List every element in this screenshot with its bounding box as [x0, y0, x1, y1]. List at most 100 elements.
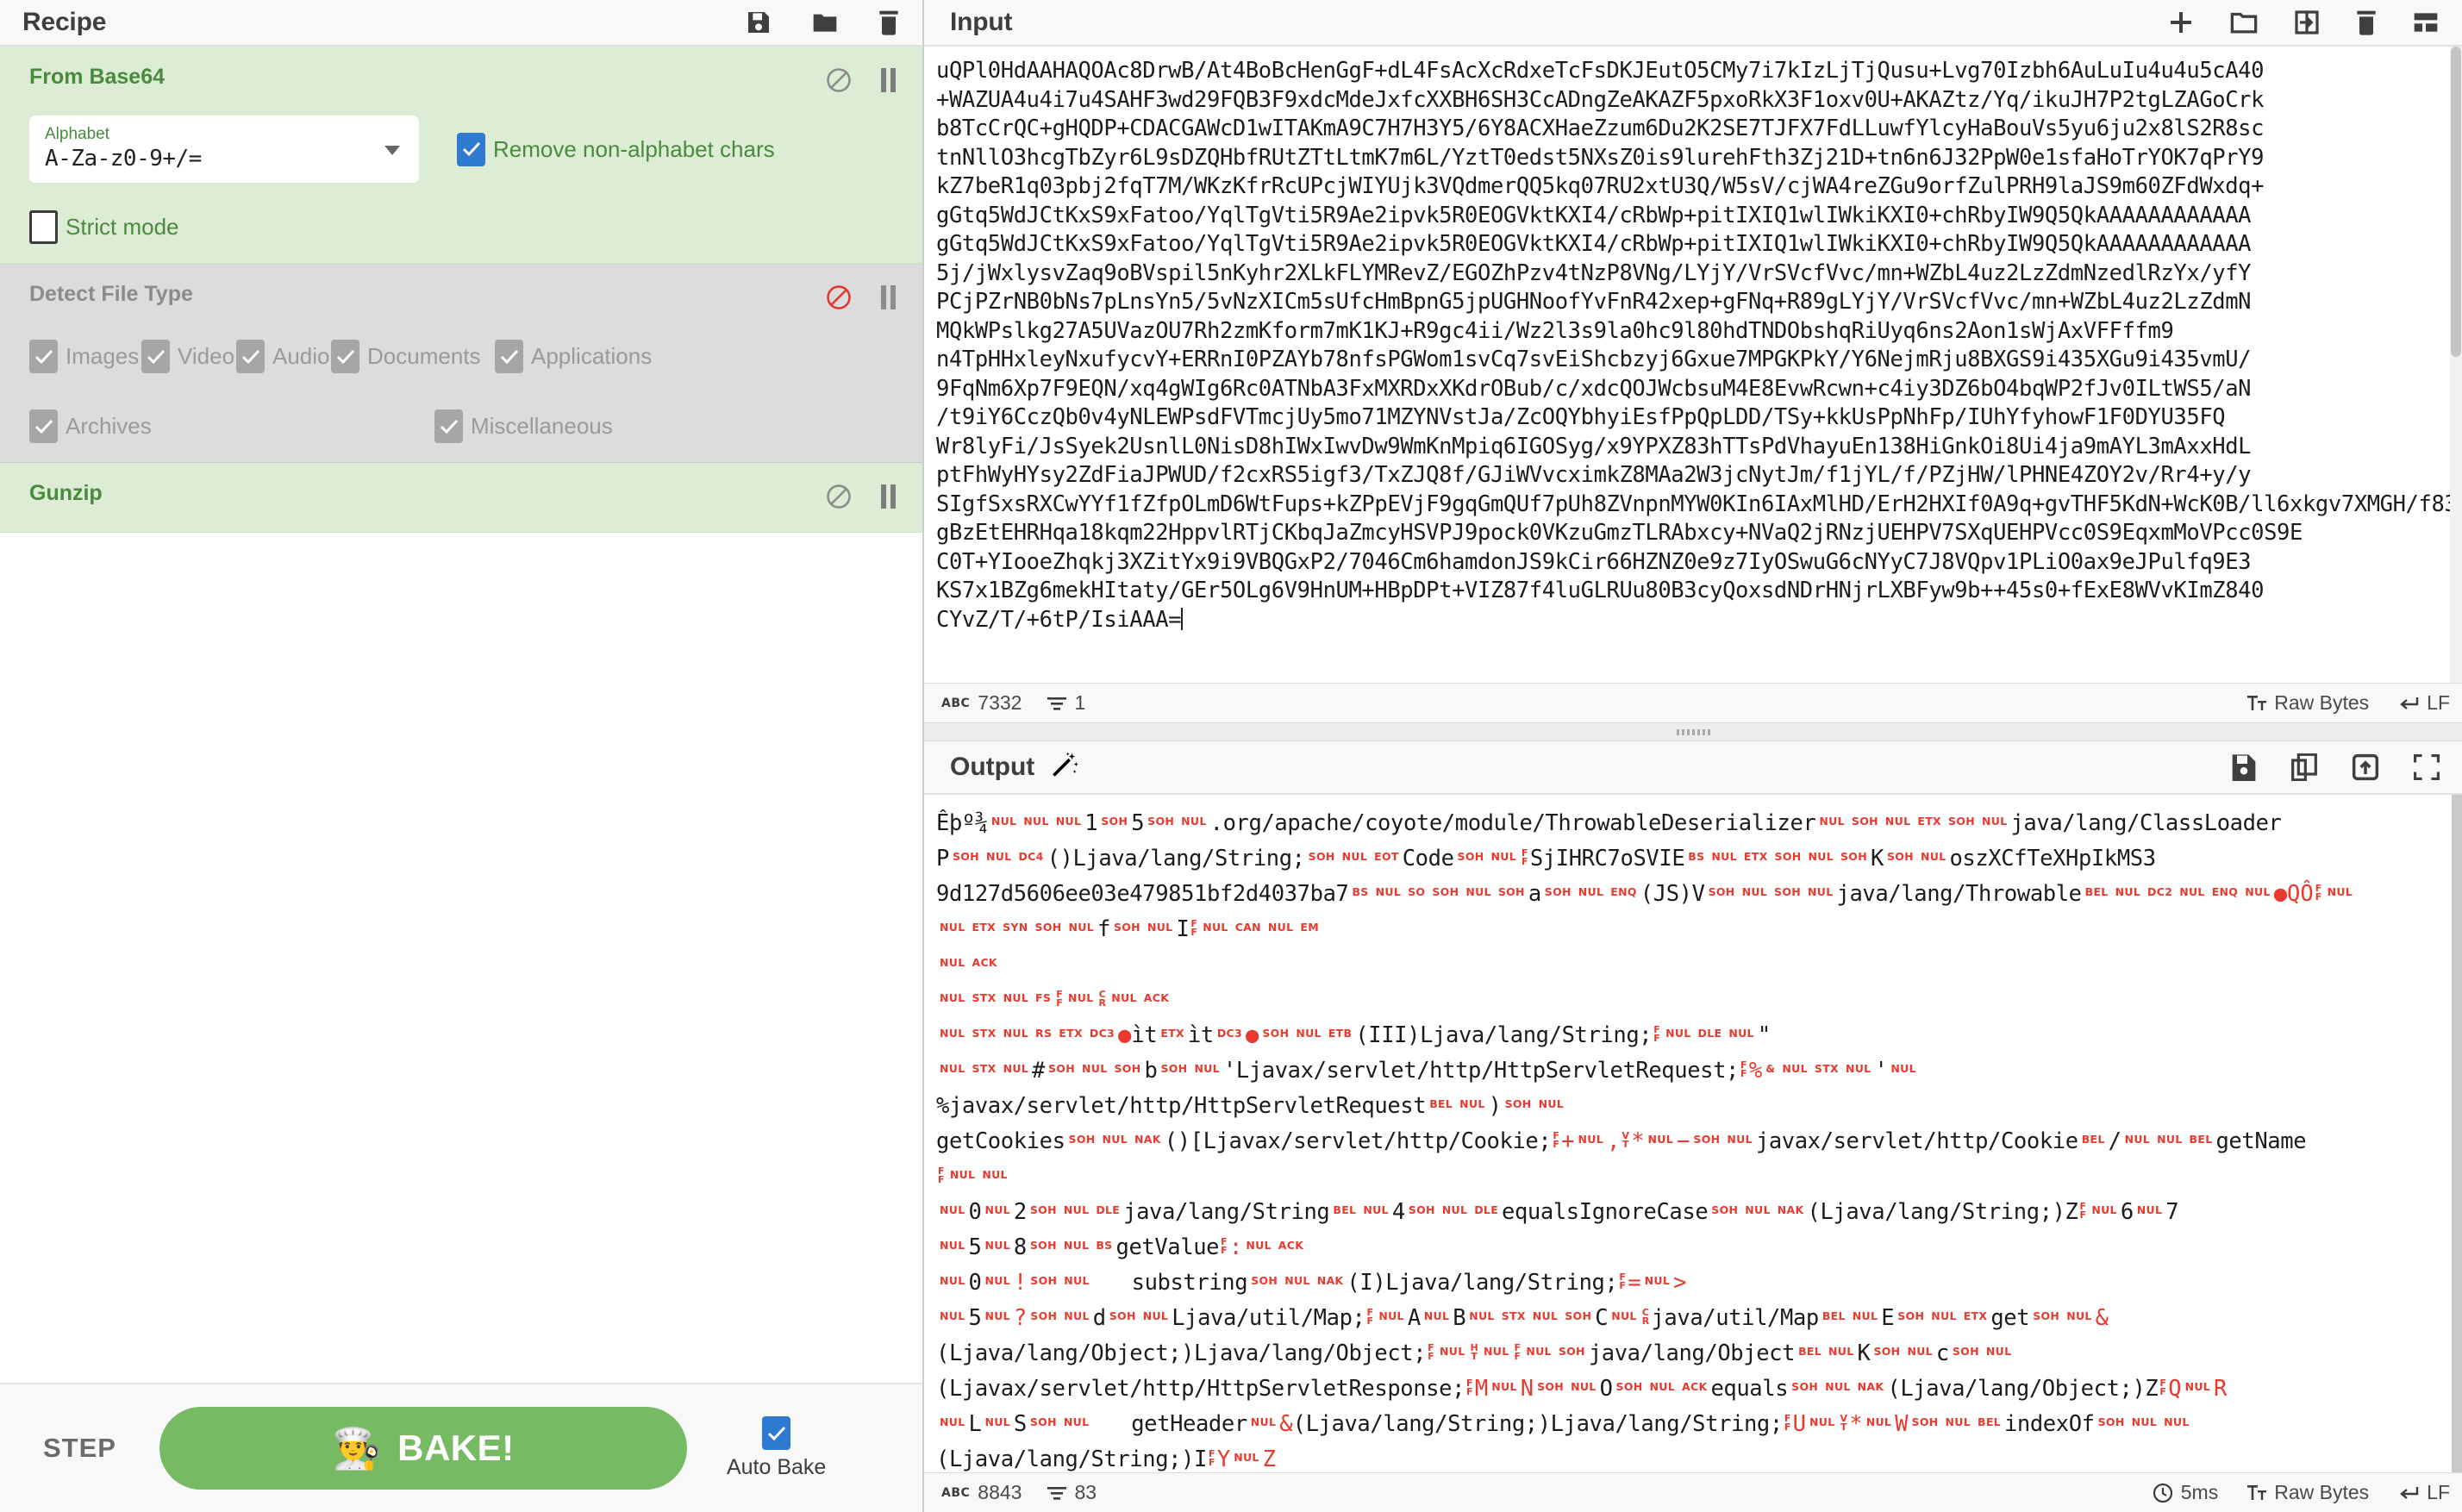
control-char-badge: NUL	[1571, 1380, 1596, 1393]
audio-checkbox[interactable]	[236, 340, 265, 373]
filetype-documents[interactable]: Documents	[331, 340, 495, 373]
clear-input-trash-icon[interactable]	[2355, 9, 2378, 36]
control-char-badge: NUL	[982, 1168, 1007, 1181]
control-char-badge: NUL	[1064, 1415, 1089, 1428]
pause-icon[interactable]	[881, 285, 897, 309]
images-checkbox[interactable]	[29, 340, 58, 373]
archives-checkbox[interactable]	[29, 409, 58, 443]
strict-mode-checkbox[interactable]	[29, 210, 58, 244]
output-text-run: )	[1489, 1093, 1502, 1119]
auto-bake-control[interactable]: Auto Bake	[727, 1416, 826, 1480]
filetype-miscellaneous[interactable]: Miscellaneous	[434, 409, 613, 443]
clear-recipe-trash-icon[interactable]	[878, 9, 900, 36]
input-encoding-stat[interactable]: Raw Bytes	[2247, 691, 2369, 715]
io-splitter[interactable]	[924, 722, 2462, 741]
control-char-badge: NUL	[1284, 1274, 1309, 1287]
control-char-badge: BEL	[2082, 1133, 2105, 1146]
op-controls	[826, 283, 897, 310]
recipe-op-from-base64[interactable]: From Base64 Alphabet A-Za-z0-9+/=	[0, 47, 922, 264]
pause-icon[interactable]	[881, 484, 897, 509]
control-char-badge: NUL	[2091, 1203, 2116, 1216]
output-eol-stat[interactable]: LF	[2398, 1481, 2450, 1504]
documents-checkbox[interactable]	[331, 340, 359, 373]
control-char-badge: SOH	[1537, 1380, 1564, 1393]
output-text-run: f	[1097, 916, 1110, 942]
input-eol-stat[interactable]: LF	[2398, 691, 2450, 715]
open-folder-import-icon[interactable]	[2293, 9, 2321, 35]
control-char-badge: NUL	[1376, 885, 1401, 898]
input-textarea[interactable]: uQPl0HdAAHAQOAc8DrwB/At4BoBcHenGgF+dL4Fs…	[924, 47, 2462, 683]
input-line: Wr8lyFi/JsSyek2UsnlL0NisD8hIWxIwvDw9WmKn…	[936, 433, 2462, 462]
open-file-folder-icon[interactable]	[2229, 9, 2259, 35]
input-scrollbar[interactable]	[2450, 47, 2462, 683]
output-text-run: getName	[2215, 1128, 2306, 1154]
control-char-badge: SOH	[1852, 815, 1878, 828]
control-char-badge: NUL	[1809, 850, 1834, 863]
control-char-badge: SOH	[1711, 1203, 1738, 1216]
control-char-badge: BEL	[1429, 1097, 1453, 1110]
control-char-badge: SOH	[1030, 1415, 1057, 1428]
output-line: NUL0NUL2SOHNULDLEjava/lang/StringBELNUL4…	[936, 1192, 2462, 1228]
control-char-badge: NUL	[2164, 1415, 2189, 1428]
auto-bake-checkbox[interactable]	[762, 1416, 790, 1450]
strict-mode-label: Strict mode	[66, 214, 179, 241]
control-char-badge: NUL	[2179, 885, 2204, 898]
splitter-grip[interactable]	[1677, 729, 1710, 735]
recipe-op-detect-file-type[interactable]: Detect File Type Images	[0, 264, 922, 463]
filetype-audio[interactable]: Audio	[236, 340, 331, 373]
output-glyph: U	[1793, 1411, 1806, 1437]
recipe-operation-list[interactable]: From Base64 Alphabet A-Za-z0-9+/=	[0, 47, 922, 1383]
bake-button[interactable]: 👨‍🍳 BAKE!	[159, 1407, 687, 1490]
filetype-images[interactable]: Images	[29, 340, 141, 373]
ban-icon[interactable]	[826, 284, 852, 310]
ban-icon[interactable]	[826, 67, 852, 93]
output-encoding-stat[interactable]: Raw Bytes	[2247, 1481, 2369, 1504]
output-text-run: S	[1014, 1411, 1027, 1437]
output-text-run: 8	[1014, 1234, 1027, 1260]
alphabet-field[interactable]: Alphabet A-Za-z0-9+/=	[29, 116, 419, 183]
output-text-run: java/lang/Object	[1589, 1340, 1795, 1366]
pause-icon[interactable]	[881, 68, 897, 92]
remove-non-alphabet-row[interactable]: Remove non-alphabet chars	[457, 133, 775, 166]
input-line: MQkWPslkg27A5UVazOU7Rh2zmKform7mK1KJ+R9g…	[936, 317, 2462, 347]
output-glyph: M	[1475, 1376, 1488, 1402]
replace-input-icon[interactable]	[2352, 753, 2379, 781]
remove-non-alphabet-checkbox[interactable]	[457, 133, 485, 166]
input-scroll-thumb[interactable]	[2451, 47, 2461, 357]
archives-label: Archives	[66, 413, 152, 440]
control-char-badge: SOH	[1035, 921, 1062, 934]
save-output-icon[interactable]	[2231, 753, 2257, 781]
control-char-badge: SOH	[1147, 815, 1174, 828]
output-line: (Ljava/lang/Object;)Ljava/lang/Object;FF…	[936, 1334, 2462, 1369]
miscellaneous-label: Miscellaneous	[471, 413, 613, 440]
output-textarea[interactable]: Êþº¾NULNULNUL1SOH5SOHNUL.org/apache/coyo…	[924, 795, 2462, 1472]
save-recipe-icon[interactable]	[745, 9, 772, 36]
maximise-output-icon[interactable]	[2414, 754, 2440, 780]
chevron-down-icon[interactable]	[384, 146, 400, 155]
input-tabs-layout-icon[interactable]	[2412, 10, 2440, 34]
filetype-archives[interactable]: Archives	[29, 409, 434, 443]
control-char-badge: SOH	[1030, 1309, 1057, 1322]
recipe-op-gunzip[interactable]: Gunzip	[0, 463, 922, 533]
control-char-badge: SOH	[1545, 885, 1572, 898]
miscellaneous-checkbox[interactable]	[434, 409, 463, 443]
output-scrollbar[interactable]	[2452, 795, 2462, 1472]
magic-wand-icon[interactable]	[1050, 751, 1079, 784]
page-title: Recipe	[22, 8, 106, 37]
output-text-run: C	[1595, 1305, 1608, 1331]
lines-icon	[1047, 696, 1066, 711]
load-recipe-folder-icon[interactable]	[810, 9, 840, 36]
step-button[interactable]: STEP	[43, 1433, 116, 1464]
filetype-applications[interactable]: Applications	[495, 340, 659, 373]
output-text-run: 4	[1392, 1199, 1405, 1225]
add-input-plus-icon[interactable]	[2167, 9, 2195, 36]
control-char-badge: CAN	[1235, 921, 1261, 934]
output-text-run: /	[2109, 1128, 2121, 1154]
filetype-video[interactable]: Video	[141, 340, 236, 373]
applications-checkbox[interactable]	[495, 340, 523, 373]
copy-output-icon[interactable]	[2291, 753, 2317, 781]
strict-mode-row[interactable]: Strict mode	[29, 210, 179, 244]
ban-icon[interactable]	[826, 484, 852, 509]
control-char-badge: NUL	[1578, 885, 1603, 898]
video-checkbox[interactable]	[141, 340, 170, 373]
